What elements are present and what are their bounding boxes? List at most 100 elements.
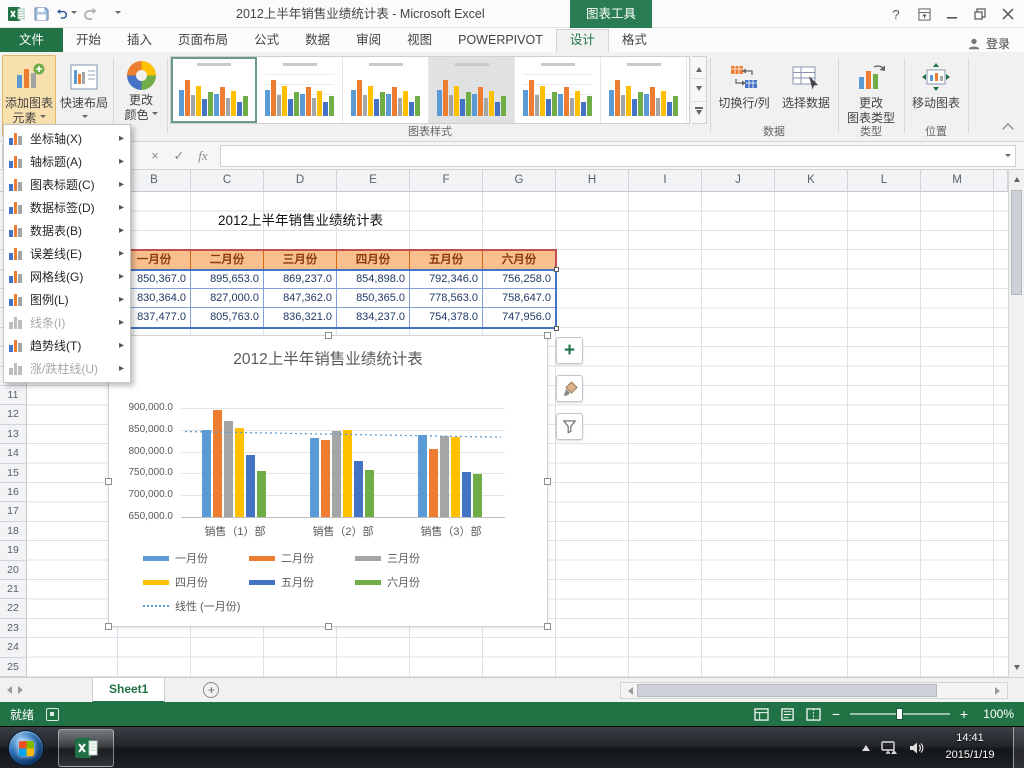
table-data-cell[interactable]: 854,898.0 — [337, 269, 410, 289]
row-header-19[interactable]: 19 — [0, 541, 27, 561]
row-header-18[interactable]: 18 — [0, 521, 27, 542]
new-sheet-button[interactable]: + — [203, 682, 220, 698]
menu-item[interactable]: 轴标题(A) ▸ — [4, 150, 130, 173]
ribbon-tab-页面布局[interactable]: 页面布局 — [165, 29, 241, 52]
table-header-cell[interactable]: 二月份 — [191, 250, 264, 270]
menu-item[interactable]: 图例(L) ▸ — [4, 288, 130, 311]
table-data-cell[interactable]: 836,321.0 — [264, 308, 337, 328]
column-header-J[interactable]: J — [702, 170, 775, 192]
legend-item-一月份[interactable]: 一月份 — [143, 550, 208, 566]
collapse-ribbon-button[interactable] — [1002, 123, 1014, 135]
chart-style-1[interactable] — [171, 57, 257, 123]
undo-button[interactable] — [55, 3, 77, 25]
sheet-tab-sheet1[interactable]: Sheet1 — [92, 677, 166, 703]
zoom-out-button[interactable]: − — [830, 706, 842, 722]
column-header-H[interactable]: H — [556, 170, 629, 192]
column-header-G[interactable]: G — [483, 170, 556, 192]
column-header-E[interactable]: E — [337, 170, 410, 192]
chart-style-5[interactable] — [515, 57, 601, 123]
start-button[interactable] — [8, 730, 44, 766]
table-header-cell[interactable]: 六月份 — [483, 250, 556, 270]
enter-icon[interactable]: ✓ — [168, 148, 190, 164]
legend-item-trendline[interactable]: 线性 (一月份) — [143, 598, 240, 614]
save-button[interactable] — [30, 3, 52, 25]
ribbon-tab-开始[interactable]: 开始 — [63, 29, 114, 52]
cancel-icon[interactable]: × — [144, 148, 166, 163]
gallery-scroll-up-button[interactable] — [692, 57, 706, 80]
menu-item[interactable]: 坐标轴(X) ▸ — [4, 127, 130, 150]
row-header-23[interactable]: 23 — [0, 618, 27, 639]
formula-input[interactable] — [220, 144, 1016, 167]
chart-elements-button[interactable]: + — [556, 337, 583, 364]
horizontal-scroll-thumb[interactable] — [637, 684, 937, 697]
ribbon-tab-file[interactable]: 文件 — [0, 28, 64, 52]
ribbon-tab-审阅[interactable]: 审阅 — [343, 29, 394, 52]
row-header-21[interactable]: 21 — [0, 580, 27, 600]
table-data-cell[interactable]: 869,237.0 — [264, 269, 337, 289]
ribbon-tab-格式[interactable]: 格式 — [609, 29, 660, 52]
row-header-25[interactable]: 25 — [0, 657, 27, 677]
table-header-cell[interactable]: 五月份 — [410, 250, 483, 270]
menu-item[interactable]: 图表标题(C) ▸ — [4, 173, 130, 196]
macro-record-icon[interactable] — [46, 707, 60, 721]
qat-customize-button[interactable] — [105, 3, 127, 25]
close-button[interactable] — [994, 1, 1022, 28]
chart-style-6[interactable] — [601, 57, 687, 123]
ribbon-tab-数据[interactable]: 数据 — [292, 29, 343, 52]
row-header-15[interactable]: 15 — [0, 463, 27, 483]
undo-dropdown-icon[interactable] — [71, 10, 77, 17]
column-header-K[interactable]: K — [775, 170, 848, 192]
row-header-14[interactable]: 14 — [0, 444, 27, 464]
row-header-22[interactable]: 22 — [0, 599, 27, 619]
chart-style-2[interactable] — [257, 57, 343, 123]
chart-filters-button[interactable] — [556, 413, 583, 440]
menu-item[interactable]: 数据表(B) ▸ — [4, 219, 130, 242]
row-header-20[interactable]: 20 — [0, 560, 27, 580]
chart-styles-button[interactable] — [556, 375, 583, 402]
scroll-up-arrow[interactable] — [1009, 170, 1024, 186]
legend-item-三月份[interactable]: 三月份 — [355, 550, 420, 566]
legend-item-五月份[interactable]: 五月份 — [249, 574, 314, 590]
zoom-level[interactable]: 100% — [978, 707, 1014, 721]
table-data-cell[interactable]: 747,956.0 — [483, 308, 556, 328]
chart-style-4[interactable] — [429, 57, 515, 123]
tray-expand-icon[interactable] — [862, 741, 870, 751]
gallery-more-button[interactable] — [692, 102, 706, 123]
table-data-cell[interactable]: 847,362.0 — [264, 289, 337, 309]
table-data-cell[interactable]: 778,563.0 — [410, 289, 483, 309]
menu-item[interactable]: 数据标签(D) ▸ — [4, 196, 130, 219]
menu-item[interactable]: 网格线(G) ▸ — [4, 265, 130, 288]
vertical-scroll-thumb[interactable] — [1011, 190, 1022, 295]
column-header-M[interactable]: M — [921, 170, 994, 192]
sheet-nav-right-icon[interactable] — [15, 678, 30, 703]
column-header-F[interactable]: F — [410, 170, 483, 192]
column-header-L[interactable]: L — [848, 170, 921, 192]
legend-item-六月份[interactable]: 六月份 — [355, 574, 420, 590]
table-header-cell[interactable]: 四月份 — [337, 250, 410, 270]
menu-item[interactable]: 趋势线(T) ▸ — [4, 334, 130, 357]
vertical-scrollbar[interactable] — [1008, 170, 1024, 677]
ribbon-tab-公式[interactable]: 公式 — [241, 29, 292, 52]
minimize-button[interactable] — [938, 1, 966, 28]
table-data-cell[interactable]: 834,237.0 — [337, 308, 410, 328]
table-header-cell[interactable]: 三月份 — [264, 250, 337, 270]
ribbon-tab-设计[interactable]: 设计 — [555, 29, 609, 53]
volume-icon[interactable] — [908, 740, 924, 756]
network-icon[interactable] — [880, 740, 898, 756]
trendline[interactable] — [181, 408, 505, 521]
gallery-scroll-down-button[interactable] — [692, 79, 706, 102]
scroll-right-arrow[interactable] — [992, 683, 1007, 698]
chart[interactable]: 2012上半年销售业绩统计表 900,000.0 850,000.0 800,000… — [105, 332, 551, 630]
show-desktop-button[interactable] — [1013, 727, 1024, 769]
insert-function-button[interactable]: fx — [192, 148, 214, 164]
help-button[interactable]: ? — [882, 1, 910, 28]
sheet-nav-left-icon[interactable] — [0, 678, 15, 703]
ribbon-display-options-button[interactable] — [910, 1, 938, 28]
menu-item[interactable]: 误差线(E) ▸ — [4, 242, 130, 265]
chart-style-3[interactable] — [343, 57, 429, 123]
redo-button[interactable] — [80, 3, 102, 25]
column-header-C[interactable]: C — [191, 170, 264, 192]
row-header-11[interactable]: 11 — [0, 386, 27, 406]
row-header-24[interactable]: 24 — [0, 638, 27, 658]
table-data-cell[interactable]: 756,258.0 — [483, 269, 556, 289]
